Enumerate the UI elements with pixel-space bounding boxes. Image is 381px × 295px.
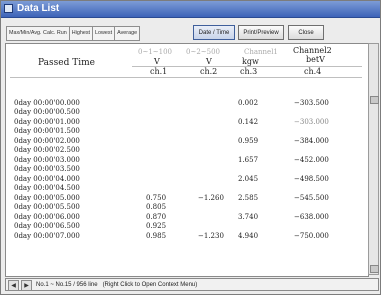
passed-time-header[interactable]: Passed Time: [38, 58, 95, 68]
table-row[interactable]: 0day 00:00'03.500: [6, 165, 366, 174]
stat-tabs: Max/Min/Avg. Calc. Run Highest Lowest Av…: [6, 26, 141, 41]
table-row[interactable]: 0day 00:00'04.000 2.045 −498.500: [6, 175, 366, 184]
col3-unit: kgw: [242, 57, 259, 66]
data-list-window: Data List Max/Min/Avg. Calc. Run Highest…: [0, 0, 381, 295]
col2-top-header: 0~2~500: [186, 48, 220, 56]
table-row[interactable]: 0day 00:00'02.000 0.959 −384.000: [6, 137, 366, 146]
tab-average[interactable]: Average: [114, 26, 141, 41]
table-row[interactable]: 0day 00:00'02.500: [6, 146, 366, 155]
status-bar: ◀ ▶ No.1 ~ No.15 / 956 line (Right Click…: [5, 278, 379, 291]
col2-unit: V: [206, 57, 212, 66]
tab-highest[interactable]: Highest: [68, 26, 93, 41]
context-menu-hint: (Right Click to Open Context Menu): [102, 282, 198, 288]
scroll-left-arrow-icon[interactable]: ◀: [8, 280, 19, 291]
tab-calc-run[interactable]: Max/Min/Avg. Calc. Run: [6, 26, 69, 41]
scroll-thumb[interactable]: [370, 96, 379, 104]
status-text: No.1 ~ No.15 / 956 line (Right Click to …: [36, 280, 197, 290]
col4-top-header: Channel2: [293, 46, 332, 55]
header-bottom-rule: [10, 77, 362, 78]
app-icon: [4, 4, 13, 13]
vertical-scrollbar[interactable]: [368, 43, 379, 275]
col4-unit: betV: [306, 55, 325, 64]
col1-top-header: 0~1~100: [138, 48, 172, 56]
table-row[interactable]: 0day 00:00'06.500 0.925: [6, 222, 366, 231]
print-preview-button[interactable]: Print/Preview: [238, 25, 284, 40]
title-bar[interactable]: Data List: [1, 1, 380, 18]
table-row[interactable]: 0day 00:00'00.500: [6, 108, 366, 117]
table-row[interactable]: 0day 00:00'07.000 0.985 −1.230 4.940 −75…: [6, 232, 366, 241]
tab-lowest[interactable]: Lowest: [92, 26, 115, 41]
scroll-right-arrow-icon[interactable]: ▶: [21, 280, 32, 291]
close-button[interactable]: Close: [288, 25, 324, 40]
col1-channel: ch.1: [150, 67, 168, 76]
table-row[interactable]: 0day 00:00'05.000 0.750 −1.260 2.585 −54…: [6, 194, 366, 203]
date-time-button[interactable]: Date / Time: [193, 25, 235, 40]
table-row[interactable]: 0day 00:00'01.000 0.142 −303.000: [6, 118, 366, 127]
line-range-text: No.1 ~ No.15 / 956 line: [36, 282, 98, 288]
col3-channel: ch.3: [240, 67, 258, 76]
col3-top-header: Channel1: [244, 48, 278, 56]
window-title: Data List: [17, 3, 60, 14]
data-grid[interactable]: Passed Time 0~1~100 0~2~500 Channel1 Cha…: [5, 43, 369, 277]
table-row[interactable]: 0day 00:00'00.000 0.002 −303.500: [6, 99, 366, 108]
col4-channel: ch.4: [304, 67, 322, 76]
table-row[interactable]: 0day 00:00'05.500 0.805: [6, 203, 366, 212]
scroll-bottom-marker[interactable]: [370, 265, 379, 273]
table-row[interactable]: 0day 00:00'03.000 1.657 −452.000: [6, 156, 366, 165]
col2-channel: ch.2: [200, 67, 218, 76]
table-row[interactable]: 0day 00:00'04.500: [6, 184, 366, 193]
table-row[interactable]: 0day 00:00'01.500: [6, 127, 366, 136]
table-row[interactable]: 0day 00:00'06.000 0.870 3.740 −638.000: [6, 213, 366, 222]
col1-unit: V: [154, 57, 160, 66]
